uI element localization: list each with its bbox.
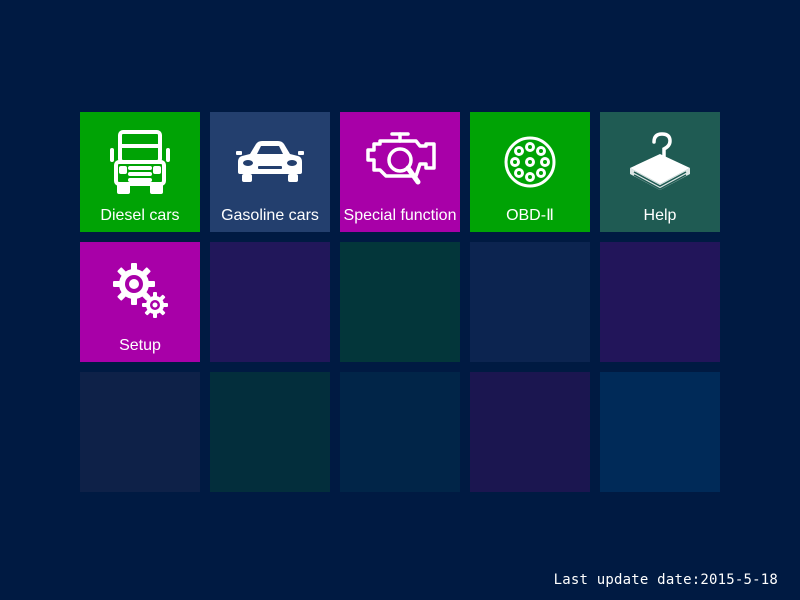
tile-label: Special function — [343, 207, 457, 224]
tile-label: Setup — [119, 337, 161, 354]
engine-search-icon — [340, 122, 460, 202]
tile-label: OBD-Ⅱ — [506, 207, 554, 224]
empty-tile — [340, 242, 460, 362]
truck-icon — [80, 122, 200, 202]
tile-obd-ii[interactable]: OBD-Ⅱ — [470, 112, 590, 232]
tile-grid: Diesel cars Gasoline cars Special functi… — [80, 112, 720, 492]
gears-icon — [80, 252, 200, 332]
tile-diesel-cars[interactable]: Diesel cars — [80, 112, 200, 232]
obd-connector-icon — [470, 122, 590, 202]
empty-tile — [80, 372, 200, 492]
empty-tile — [600, 242, 720, 362]
empty-tile — [470, 242, 590, 362]
empty-tile — [600, 372, 720, 492]
empty-tile — [210, 242, 330, 362]
empty-tile — [210, 372, 330, 492]
tile-label: Help — [643, 207, 677, 224]
tile-special-function[interactable]: Special function — [340, 112, 460, 232]
tile-label: Gasoline cars — [221, 207, 319, 224]
last-update-date: Last update date:2015-5-18 — [553, 572, 778, 588]
tile-label: Diesel cars — [100, 207, 180, 224]
car-icon — [210, 122, 330, 202]
tile-gasoline-cars[interactable]: Gasoline cars — [210, 112, 330, 232]
empty-tile — [470, 372, 590, 492]
empty-tile — [340, 372, 460, 492]
help-book-icon — [600, 122, 720, 202]
tile-setup[interactable]: Setup — [80, 242, 200, 362]
tile-help[interactable]: Help — [600, 112, 720, 232]
